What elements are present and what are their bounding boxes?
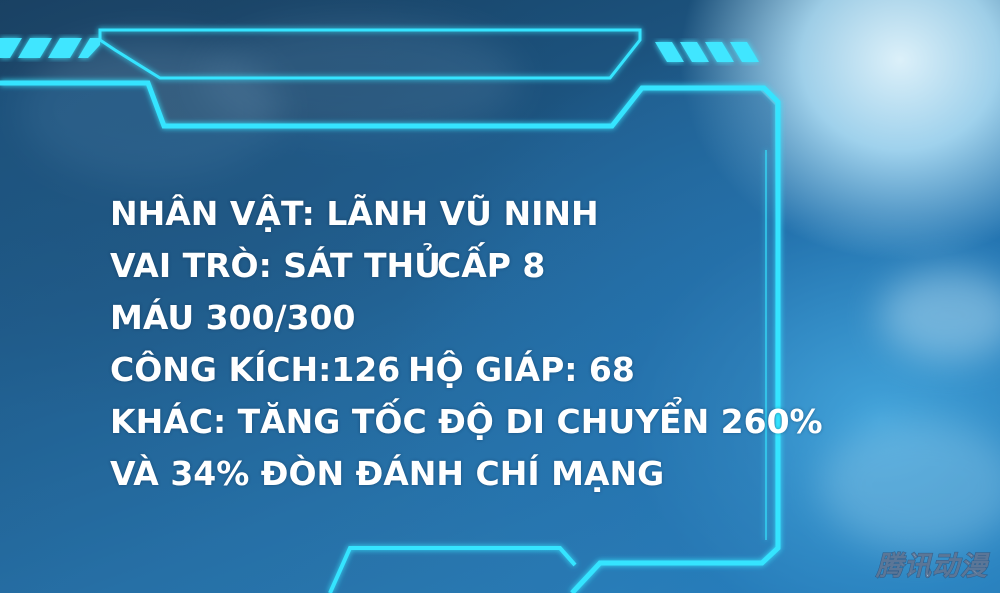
frame-dashes-left <box>0 38 100 58</box>
character-role-row: VAI TRÒ: SÁT THỦ CẤP 8 <box>110 240 545 292</box>
character-attack: CÔNG KÍCH:126 <box>110 350 401 389</box>
frame-inner-top <box>98 28 642 80</box>
character-other-continued: VÀ 34% ĐÒN ĐÁNH CHÍ MẠNG <box>110 454 665 493</box>
character-other: KHÁC: TĂNG TỐC ĐỘ DI CHUYỂN 260% <box>110 402 823 441</box>
character-role: VAI TRÒ: SÁT THỦ <box>110 246 441 285</box>
character-hp: MÁU 300/300 <box>110 298 356 337</box>
character-armor: HỘ GIÁP: 68 <box>408 350 635 389</box>
frame-dashes-right <box>655 42 759 62</box>
character-level: CẤP 8 <box>437 246 546 285</box>
character-name: NHÂN VẬT: LÃNH VŨ NINH <box>110 194 599 233</box>
character-stats: NHÂN VẬT: LÃNH VŨ NINH VAI TRÒ: SÁT THỦ … <box>110 188 823 498</box>
watermark-logo: 腾讯动漫 <box>876 551 988 583</box>
character-combat-row: CÔNG KÍCH:126 HỘ GIÁP: 68 <box>110 344 635 396</box>
game-scene: NHÂN VẬT: LÃNH VŨ NINH VAI TRÒ: SÁT THỦ … <box>0 0 1000 593</box>
